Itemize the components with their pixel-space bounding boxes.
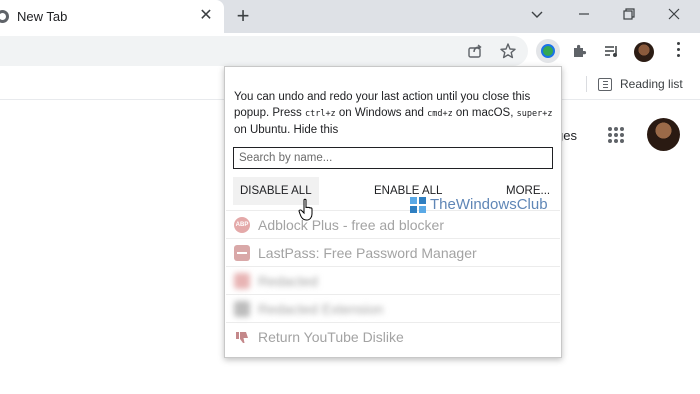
reading-list-label: Reading list [620,77,683,91]
extension-name: Return YouTube Dislike [258,329,404,345]
reading-list-icon [598,77,612,91]
extension-row-redacted[interactable]: Redacted Extension [226,294,560,322]
thumbs-down-icon [234,329,250,345]
key-ctrl-z: ctrl+z [304,109,336,119]
extension-name: LastPass: Free Password Manager [258,245,477,261]
profile-avatar[interactable] [634,42,654,62]
adblock-plus-icon: ABP [234,217,250,233]
apps-grid-icon[interactable] [608,127,624,143]
toolbar [0,33,700,70]
watermark-text: TheWindowsClub [430,196,548,213]
extension-name: Adblock Plus - free ad blocker [258,217,444,233]
bookmarks-divider [586,76,587,92]
tab-strip: New Tab ✕ + [0,0,700,33]
new-tab-button[interactable]: + [232,5,254,27]
hand-cursor-icon [298,198,313,221]
puzzle-icon[interactable] [570,42,590,62]
restore-icon[interactable] [619,4,639,24]
extension-name: Redacted Extension [258,301,384,317]
extension-active-icon[interactable] [536,39,560,63]
tab-close-icon[interactable]: ✕ [198,8,214,24]
watermark: TheWindowsClub [410,196,548,213]
reading-list-button[interactable]: Reading list [598,77,683,91]
extension-logo [541,44,555,58]
redacted-icon [234,273,250,289]
browser-window: New Tab ✕ + Reading list ges You can und… [0,0,700,394]
address-bar[interactable] [0,36,528,66]
chevron-down-icon[interactable] [527,4,547,24]
star-icon[interactable] [499,42,519,62]
message-text: on macOS, [452,107,517,119]
windows-club-logo [410,196,426,213]
extension-row-redacted[interactable]: Redacted [226,266,560,294]
undo-hint-message: You can undo and redo your last action u… [234,89,556,138]
key-super-z: super+z [516,109,553,119]
share-icon[interactable] [466,42,486,62]
key-cmd-z: cmd+z [427,109,453,119]
minimize-icon[interactable] [574,4,594,24]
extension-row-return-youtube-dislike[interactable]: Return YouTube Dislike [226,322,560,350]
chrome-icon [0,10,9,23]
extension-name: Redacted [258,273,318,289]
profile-avatar-large[interactable] [647,118,680,151]
message-text: on Windows and [335,107,428,119]
close-icon[interactable] [664,4,684,24]
tab-new-tab[interactable]: New Tab ✕ [0,0,224,33]
lastpass-icon [234,245,250,261]
redacted-icon [234,301,250,317]
extension-row-adblock-plus[interactable]: ABP Adblock Plus - free ad blocker [226,210,560,238]
kebab-menu-icon[interactable] [674,42,682,60]
search-input[interactable] [233,147,553,169]
tab-title: New Tab [17,9,68,24]
hide-this-link[interactable]: on Ubuntu. Hide this [234,124,338,136]
extension-row-lastpass[interactable]: LastPass: Free Password Manager [226,238,560,266]
media-queue-icon[interactable] [603,42,623,62]
